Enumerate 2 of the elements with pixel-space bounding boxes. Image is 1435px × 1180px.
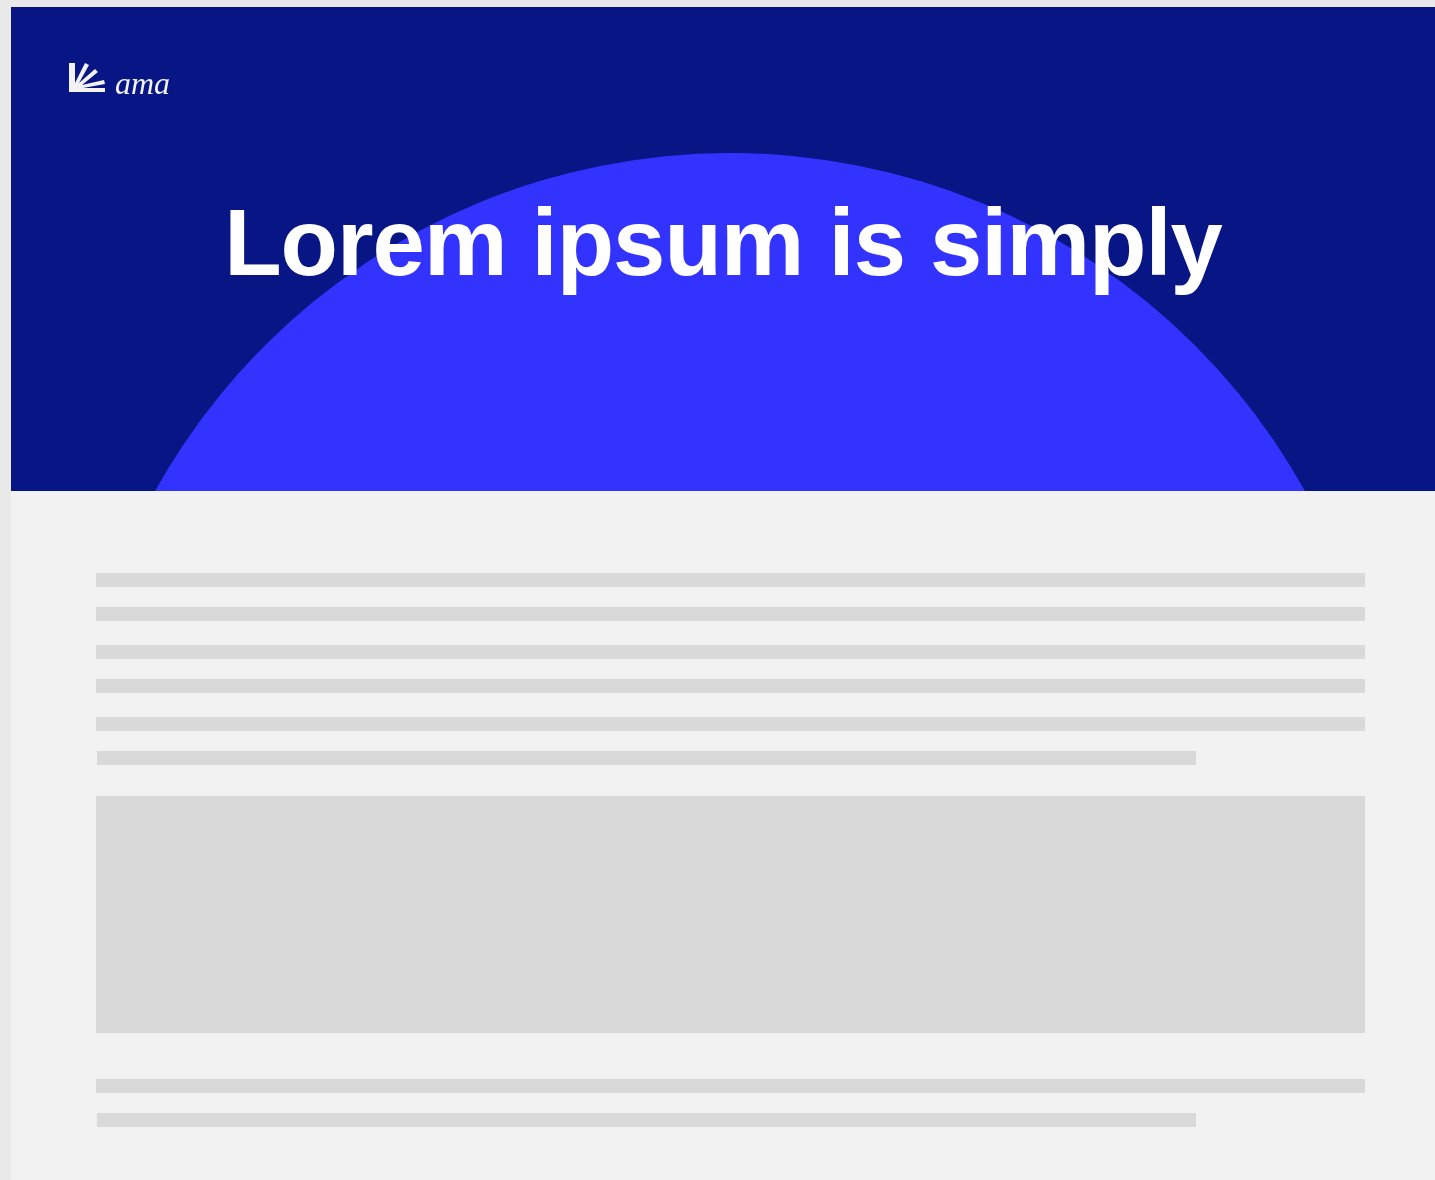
- logo-text: ama: [115, 67, 171, 99]
- hero-title: Lorem ipsum is simply: [224, 189, 1222, 297]
